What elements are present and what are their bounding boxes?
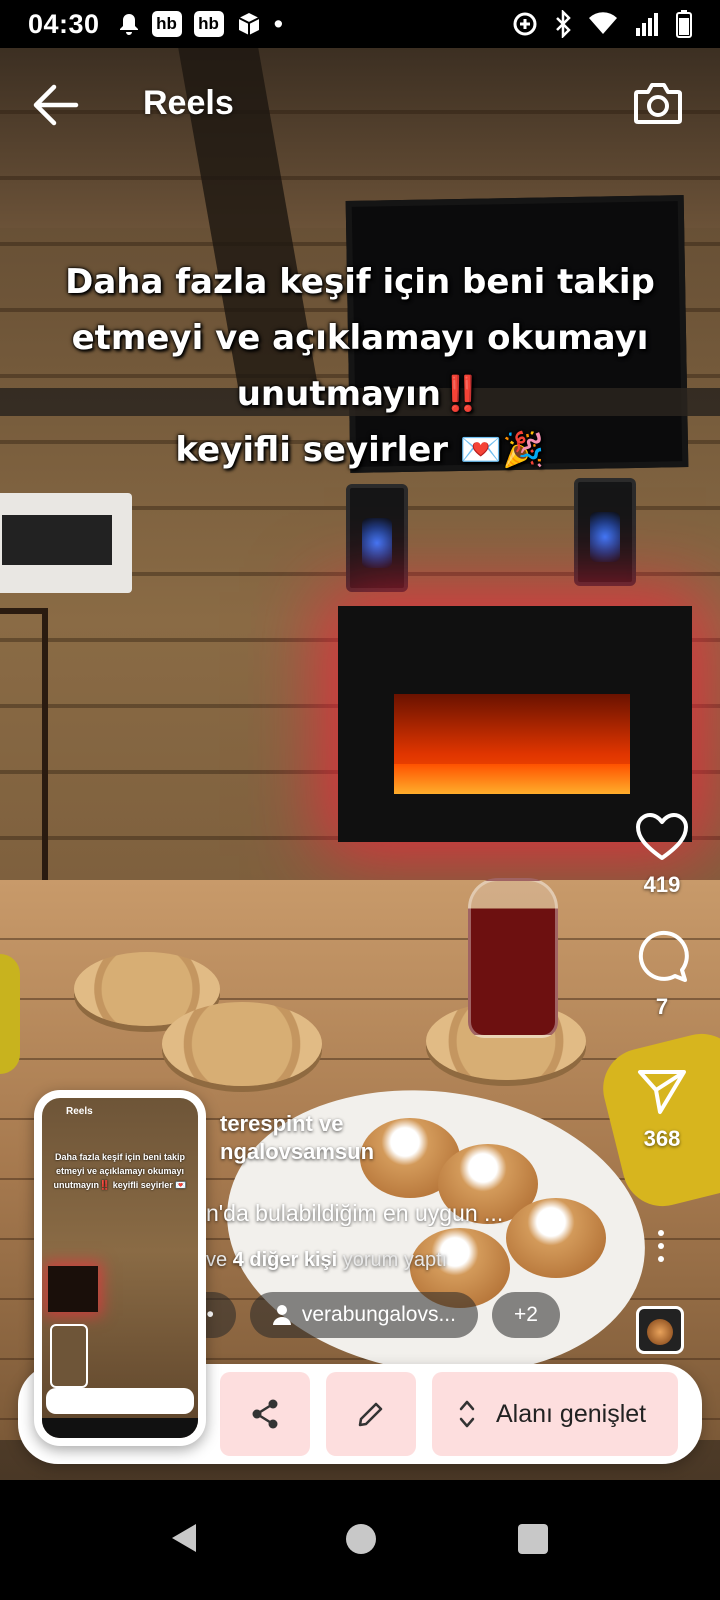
wifi-icon — [589, 12, 617, 34]
person-icon — [272, 1305, 291, 1325]
pencil-icon — [358, 1402, 383, 1427]
screenshot-preview[interactable]: Reels Daha fazla keşif için beni takip e… — [34, 1090, 206, 1446]
preview-nested-thumbnail — [50, 1324, 88, 1388]
lantern-left — [346, 484, 408, 592]
bluetooth-icon — [556, 10, 571, 38]
preview-caption: Daha fazla keşif için beni takip etmeyi … — [53, 1152, 187, 1190]
send-icon[interactable] — [636, 1066, 688, 1116]
nav-recents-icon[interactable] — [518, 1524, 548, 1554]
status-dot: • — [273, 8, 284, 39]
nav-home-icon[interactable] — [346, 1524, 376, 1554]
tea-glass — [468, 878, 558, 1038]
data-saver-icon — [513, 12, 537, 36]
more-tags-chip[interactable]: +2 — [491, 1292, 560, 1338]
edit-button[interactable] — [326, 1372, 416, 1456]
hb-app-icon: hb — [151, 11, 182, 37]
hb-app-icon-2: hb — [193, 11, 224, 37]
fireplace-flames — [394, 694, 630, 794]
preview-title: Reels — [66, 1106, 93, 1117]
nav-back-icon[interactable] — [170, 1522, 198, 1554]
arrow-left-icon[interactable] — [30, 82, 80, 128]
reels-header: Reels — [0, 70, 720, 140]
like-count: 419 — [643, 872, 681, 897]
side-bowl — [0, 954, 20, 1074]
expand-area-button[interactable]: Alanı genişlet — [432, 1372, 678, 1456]
bell-icon — [119, 14, 138, 35]
more-vertical-icon[interactable] — [658, 1230, 666, 1264]
audio-thumbnail[interactable] — [636, 1306, 684, 1354]
expand-icon — [459, 1400, 475, 1428]
camera-icon[interactable] — [632, 78, 684, 128]
expand-area-label: Alanı genişlet — [496, 1399, 647, 1428]
video-caption: Daha fazla keşif için beni takip etmeyi … — [40, 254, 680, 478]
share-count: 368 — [643, 1126, 681, 1151]
share-button[interactable] — [220, 1372, 310, 1456]
comment-count: 7 — [655, 994, 669, 1019]
status-time: 04:30 — [28, 8, 100, 39]
caption-line: keyifli seyirler 💌🎉 — [175, 430, 545, 470]
electric-fireplace — [338, 606, 692, 842]
caption-line: unutmayın‼️ — [236, 374, 484, 414]
coaster-2 — [162, 1002, 322, 1086]
caption-line: Daha fazla keşif için beni takip — [65, 262, 655, 302]
heart-icon[interactable] — [635, 812, 689, 862]
battery-icon — [676, 10, 692, 38]
comment-icon[interactable] — [635, 930, 689, 984]
comment-action[interactable]: 7 — [612, 930, 712, 1020]
preview-navbar — [42, 1418, 198, 1438]
preview-toolbar — [46, 1388, 194, 1414]
page-title: Reels — [143, 84, 234, 122]
signal-icon — [636, 13, 658, 36]
caption-line: etmeyi ve açıklamayı okumayı — [71, 318, 649, 358]
status-bar: 04:30 hb hb • — [0, 0, 720, 48]
system-navigation-bar — [0, 1480, 720, 1600]
share-icon — [252, 1399, 278, 1429]
status-right-icons — [512, 10, 692, 38]
wall-panel — [0, 493, 132, 593]
like-action[interactable]: 419 — [612, 812, 712, 898]
person-tag-chip[interactable]: verabungalovs... — [249, 1292, 478, 1338]
package-icon — [238, 13, 260, 35]
lantern-right — [574, 478, 636, 586]
tag-chips: ar • verabungalovs... +2 — [160, 1292, 560, 1338]
status-left-icons: hb hb • — [118, 9, 283, 40]
screenshot-preview-image: Reels Daha fazla keşif için beni takip e… — [42, 1098, 198, 1438]
preview-fireplace — [48, 1266, 98, 1312]
share-action[interactable]: 368 — [612, 1066, 712, 1152]
